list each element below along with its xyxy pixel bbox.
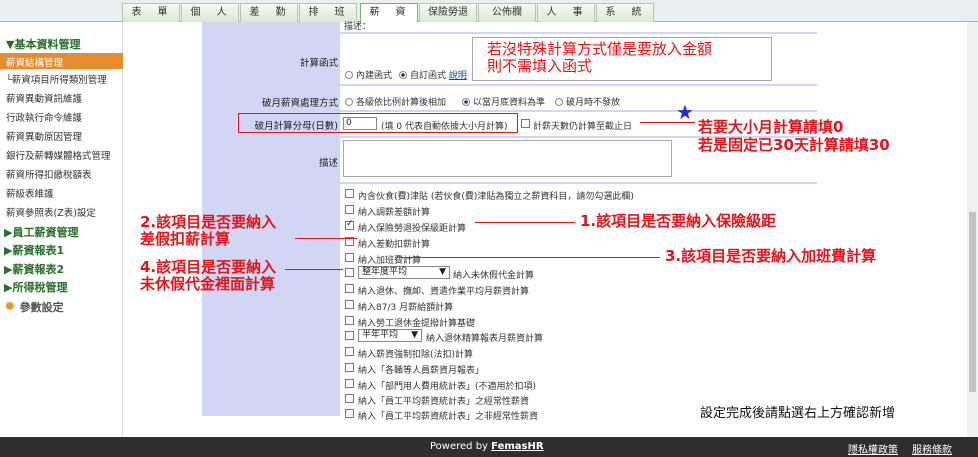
annotation-arrow-1 <box>475 222 575 223</box>
attendance-deduct-label: 納入差勤扣薪計算 <box>358 240 431 250</box>
powered-by: Powered by FemasHR <box>430 441 544 452</box>
salary-diff-label: 納入調薪差額計算 <box>358 208 431 218</box>
sidebar-group-report1[interactable]: ▶薪資報表1 <box>4 242 127 258</box>
sidebar-item-salary-structure[interactable]: 薪資結構管理 <box>0 53 123 69</box>
regular-pay-label: 納入「員工平均薪資統計表」之經常性薪資 <box>358 397 530 407</box>
monthly-pay-8703-checkbox[interactable] <box>345 300 354 309</box>
tab-system[interactable]: 系 統 <box>596 3 654 22</box>
description-textarea[interactable] <box>343 140 672 177</box>
broken-month-label: 破月薪資處理方式 <box>261 98 338 109</box>
broken-option-no-pay[interactable]: 破月時不發放 <box>555 95 620 108</box>
description-label: 描述 <box>318 158 338 169</box>
deadline-checkbox-label: 計薪天數仍計算至截止日 <box>533 122 633 132</box>
tab-insurance[interactable]: 保險勞退 <box>419 3 477 22</box>
deadline-checkbox[interactable] <box>521 119 530 128</box>
tab-bulletin[interactable]: 公佈欄 <box>478 3 536 22</box>
sidebar-item-change-reason[interactable]: 薪資異動原因管理 <box>6 129 129 143</box>
gear-icon: ✹ <box>4 299 16 315</box>
dept-cost-report-checkbox[interactable] <box>345 379 354 388</box>
actuarial-checkbox[interactable] <box>345 331 354 340</box>
denominator-label: 破月計算分母(日數) <box>254 121 338 132</box>
garnishment-checkbox[interactable] <box>345 347 354 356</box>
calc-option-custom[interactable]: 自訂函式 說明 <box>399 68 467 81</box>
calc-option-builtin[interactable]: 內建函式 <box>345 68 392 81</box>
annotation-3: 3.該項目是否要納入加班費計算 <box>665 247 877 265</box>
overtime-label: 納入加班費計算 <box>358 256 422 266</box>
calc-help-link[interactable]: 說明 <box>449 71 467 81</box>
insurance-grade-checkbox[interactable] <box>345 219 354 230</box>
grade-monthly-report-label: 納入「各職等人員薪資月報表」 <box>358 366 485 376</box>
insurance-grade-label: 納入保險勞退投保級距計算 <box>358 224 467 234</box>
confirm-note: 設定完成後請點選右上方確認新增 <box>700 406 896 421</box>
actuarial-label: 納入退休精算報表月薪資計算 <box>426 334 544 344</box>
chevron-down-icon: ▼ <box>439 267 446 277</box>
unused-leave-checkbox[interactable] <box>345 268 354 277</box>
unused-leave-label: 納入未休假代金計算 <box>453 271 535 281</box>
tab-hr[interactable]: 人 事 <box>537 3 595 22</box>
monthly-pay-8703-label: 納入87/3 月薪給額計算 <box>358 303 454 313</box>
chevron-down-icon: ▼ <box>411 330 418 340</box>
sidebar: ▼基本資料管理 薪資結構管理 └薪資項目所得類別管理 薪資異動資訊維護 行政執行… <box>0 22 123 437</box>
sidebar-group-tax[interactable]: ▶所得稅管理 <box>4 279 127 295</box>
terms-link[interactable]: 服務條款 <box>912 441 952 456</box>
star-icon: ★ <box>676 100 694 124</box>
annotation-arrow-4 <box>285 269 343 270</box>
regular-pay-checkbox[interactable] <box>345 394 354 403</box>
sidebar-group-basic[interactable]: ▼基本資料管理 <box>6 36 129 52</box>
irregular-pay-label: 納入「員工平均薪資統計表」之非經常性薪資 <box>358 412 539 422</box>
annotation-arrow-2 <box>295 238 357 239</box>
overtime-checkbox[interactable] <box>345 253 354 262</box>
sidebar-item-salary-change-info[interactable]: 薪資異動資訊維護 <box>6 91 129 105</box>
tab-forms[interactable]: 表 單 <box>122 3 180 22</box>
sidebar-item-grade-table[interactable]: 薪級表維護 <box>6 186 129 200</box>
sidebar-item-z-table[interactable]: 薪資參照表(Z表)設定 <box>6 205 129 219</box>
garnishment-label: 納入薪資強制扣除(法扣)計算 <box>358 350 474 360</box>
sidebar-group-report2[interactable]: ▶薪資報表2 <box>4 261 127 277</box>
top-nav-bar: 表 單 個 人 差 勤 排 班 薪 資 保險勞退 公佈欄 人 事 系 統 <box>0 0 978 23</box>
calc-function-textarea[interactable]: 若沒特殊計算方式僅是要放入金額 則不需填入函式 <box>472 37 772 81</box>
pension-basis-checkbox[interactable] <box>345 316 354 325</box>
scrollbar-thumb[interactable] <box>969 212 976 392</box>
actuarial-select[interactable]: 半年平均 ▼ <box>358 329 422 342</box>
calc-function-label: 計算函式 <box>299 58 338 69</box>
sidebar-item-enforcement-order[interactable]: 行政執行命令維護 <box>6 110 129 124</box>
retirement-avg-checkbox[interactable] <box>345 284 354 293</box>
sidebar-group-employee[interactable]: ▶員工薪資管理 <box>4 224 127 240</box>
denominator-input[interactable]: 0 <box>343 117 377 130</box>
salary-diff-checkbox[interactable] <box>345 205 354 214</box>
annotation-4: 4.該項目是否要納入 未休假代金裡面計算 <box>140 258 277 293</box>
retirement-avg-label: 納入退休、撫卹、資遣作業平均月薪資計算 <box>358 287 530 297</box>
annotation-arrow-denominator <box>640 122 695 123</box>
privacy-link[interactable]: 隱私權政策 <box>848 441 898 456</box>
scrollbar[interactable] <box>967 22 978 437</box>
annotation-2: 2.該項目是否要納入 差假扣薪計算 <box>140 213 277 248</box>
sidebar-item-tax-table[interactable]: 薪資所得扣繳稅額表 <box>6 167 129 181</box>
annotation-arrow-3 <box>400 257 660 258</box>
dept-cost-report-label: 納入「部門用人費用統計表」(不適用於扣項) <box>358 382 537 392</box>
footer: Powered by FemasHR 隱私權政策 服務條款 <box>0 437 978 457</box>
sidebar-item-income-category[interactable]: └薪資項目所得類別管理 <box>6 72 129 86</box>
sidebar-item-bank-format[interactable]: 銀行及薪轉媒體格式管理 <box>6 148 129 162</box>
annotation-1: 1.該項目是否要納入保險級距 <box>580 212 777 230</box>
meal-allowance-label: 內含伙食(費)津貼 (若伙食(費)津貼為獨立之薪資科目，請勿勾選此欄) <box>358 192 634 202</box>
grade-monthly-report-checkbox[interactable] <box>345 363 354 372</box>
unused-leave-select[interactable]: 整年度平均 ▼ <box>358 266 450 279</box>
brand-link[interactable]: FemasHR <box>491 441 543 452</box>
annotation-denominator: 若要大小月計算請填0 若是固定已30天計算請填30 <box>698 118 890 154</box>
tab-attendance[interactable]: 差 勤 <box>240 3 298 22</box>
sidebar-settings[interactable]: ✹ 參數設定 <box>4 299 127 315</box>
irregular-pay-checkbox[interactable] <box>345 409 354 418</box>
tab-personal[interactable]: 個 人 <box>181 3 239 22</box>
broken-option-proportional[interactable]: 各級依比例計算後相加 <box>345 95 446 108</box>
denominator-hint: (填 0 代表自動依據大小月計算) <box>381 122 508 132</box>
desc-top-area: 描述： <box>340 22 819 32</box>
broken-option-month-end[interactable]: 以當月底資料為準 <box>462 95 545 108</box>
meal-allowance-checkbox[interactable] <box>345 189 354 198</box>
pension-basis-label: 納入勞工退休金提撥計算基礎 <box>358 319 476 329</box>
